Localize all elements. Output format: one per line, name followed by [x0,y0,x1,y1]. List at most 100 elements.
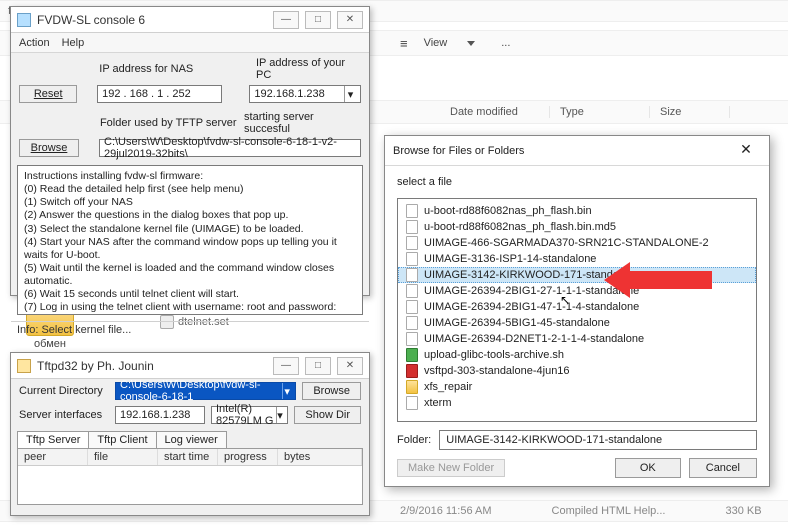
instructions-text: Instructions installing fvdw-sl firmware… [17,165,363,315]
curdir-label: Current Directory [19,385,109,397]
folder-label: Folder used by TFTP server [100,117,238,129]
status-label: starting server succesful [244,111,361,135]
dialog-subtitle: select a file [397,176,757,188]
folder-label: Folder: [397,434,431,446]
col-peer[interactable]: peer [18,449,88,465]
file-item[interactable]: xterm [398,395,756,411]
file-name: vsftpd-303-standalone-4jun16 [424,365,570,377]
file-icon [406,236,418,250]
file-item[interactable]: UIMAGE-26394-5BIG1-45-standalone [398,315,756,331]
file-item[interactable]: upload-glibc-tools-archive.sh [398,347,756,363]
new-folder-button[interactable]: Make New Folder [397,459,505,477]
ip-pc-input[interactable]: 192.168.1.238▾ [249,85,361,103]
col-size[interactable]: Size [650,106,730,118]
file-item[interactable]: UIMAGE-26394-2BIG1-27-1-1-1-standalone [398,283,756,299]
col-date[interactable]: Date modified [440,106,550,118]
tab-tftp-server[interactable]: Tftp Server [17,431,89,448]
file-icon [406,252,418,266]
file-name: upload-glibc-tools-archive.sh [424,349,564,361]
col-bytes[interactable]: bytes [278,449,362,465]
menu-help[interactable]: Help [62,37,85,49]
maximize-button[interactable]: □ [305,11,331,29]
close-button[interactable]: ✕ [337,357,363,375]
file-name: UIMAGE-26394-2BIG1-27-1-1-1-standalone [424,285,639,297]
file-name: UIMAGE-3136-ISP1-14-standalone [424,253,596,265]
file-item[interactable]: UIMAGE-26394-2BIG1-47-1-1-4-standalone [398,299,756,315]
file-item[interactable]: UIMAGE-3136-ISP1-14-standalone [398,251,756,267]
chevron-down-icon[interactable]: ▾ [344,86,356,102]
view-menu[interactable]: View [424,37,448,49]
maximize-button[interactable]: □ [305,357,331,375]
file-name: UIMAGE-26394-D2NET1-2-1-1-4-standalone [424,333,644,345]
file-date: 2/9/2016 11:56 AM [400,505,492,517]
file-icon [406,316,418,330]
transfers-table: peer file start time progress bytes [17,448,363,505]
minimize-button[interactable]: — [273,357,299,375]
col-progress[interactable]: progress [218,449,278,465]
more-menu[interactable]: ... [501,37,510,49]
file-icon [406,268,418,282]
file-name: UIMAGE-466-SGARMADA370-SRN21C-STANDALONE… [424,237,709,249]
app-icon [17,359,31,373]
tab-tftp-client[interactable]: Tftp Client [88,431,156,448]
browse-button[interactable]: Browse [302,382,361,400]
file-name: u-boot-rd88f6082nas_ph_flash.bin [424,205,592,217]
ok-button[interactable]: OK [615,458,681,478]
file-icon [406,332,418,346]
dialog-title: Browse for Files or Folders [393,145,524,157]
file-list[interactable]: u-boot-rd88f6082nas_ph_flash.bin u-boot-r… [397,198,757,422]
info-bar: Info: Select kernel file... [11,321,369,338]
curdir-input[interactable]: C:\Users\W\Desktop\fvdw-sl-console-6-18-… [115,382,296,400]
reset-button[interactable]: Reset [19,85,77,103]
folder-label: обмен [5,338,95,350]
file-icon [406,348,418,362]
iface-ip[interactable]: 192.168.1.238 [115,406,205,424]
file-item[interactable]: xfs_repair [398,379,756,395]
ip-nas-label: IP address for NAS [99,63,226,75]
file-item[interactable]: u-boot-rd88f6082nas_ph_flash.bin.md5 [398,219,756,235]
showdir-button[interactable]: Show Dir [294,406,361,424]
col-start[interactable]: start time [158,449,218,465]
close-button[interactable]: ✕ [731,141,761,161]
window-title: Tftpd32 by Ph. Jounin [37,359,267,373]
browse-button[interactable]: Browse [19,139,79,157]
tftpd-window: Tftpd32 by Ph. Jounin — □ ✕ Current Dire… [10,352,370,516]
file-item[interactable]: UIMAGE-3142-KIRKWOOD-171-standalone [398,267,756,283]
folder-value[interactable]: UIMAGE-3142-KIRKWOOD-171-standalone [439,430,757,450]
ip-pc-label: IP address of your PC [256,57,361,81]
file-icon [406,300,418,314]
file-name: UIMAGE-26394-2BIG1-47-1-1-4-standalone [424,301,639,313]
iface-label: Server interfaces [19,409,109,421]
console-window: FVDW-SL console 6 — □ ✕ Action Help IP a… [10,6,370,296]
tab-log-viewer[interactable]: Log viewer [156,431,227,448]
file-icon [406,396,418,410]
minimize-button[interactable]: — [273,11,299,29]
file-name: u-boot-rd88f6082nas_ph_flash.bin.md5 [424,221,616,233]
chevron-down-icon[interactable]: ▾ [276,407,284,423]
col-type[interactable]: Type [550,106,650,118]
file-item[interactable]: UIMAGE-466-SGARMADA370-SRN21C-STANDALONE… [398,235,756,251]
iface-nic[interactable]: Intel(R) 82579LM G▾ [211,406,288,424]
browse-dialog: Browse for Files or Folders ✕ select a f… [384,135,770,487]
file-icon [406,284,418,298]
file-icon [406,220,418,234]
file-type: Compiled HTML Help... [552,505,666,517]
file-icon [406,364,418,378]
app-icon [17,13,31,27]
cancel-button[interactable]: Cancel [689,458,757,478]
chevron-down-icon[interactable]: ▾ [282,383,291,399]
file-icon [406,380,418,394]
file-icon [406,204,418,218]
menu-action[interactable]: Action [19,37,50,49]
ip-nas-input[interactable]: 192 . 168 . 1 . 252 [97,85,222,103]
file-name: xfs_repair [424,381,472,393]
file-name: xterm [424,397,452,409]
col-file[interactable]: file [88,449,158,465]
folder-input[interactable]: C:\Users\W\Desktop\fvdw-sl-console-6-18-… [99,139,361,157]
file-item[interactable]: vsftpd-303-standalone-4jun16 [398,363,756,379]
file-item[interactable]: u-boot-rd88f6082nas_ph_flash.bin [398,203,756,219]
close-button[interactable]: ✕ [337,11,363,29]
file-item[interactable]: UIMAGE-26394-D2NET1-2-1-1-4-standalone [398,331,756,347]
window-title: FVDW-SL console 6 [37,13,267,27]
file-size: 330 KB [725,505,761,517]
